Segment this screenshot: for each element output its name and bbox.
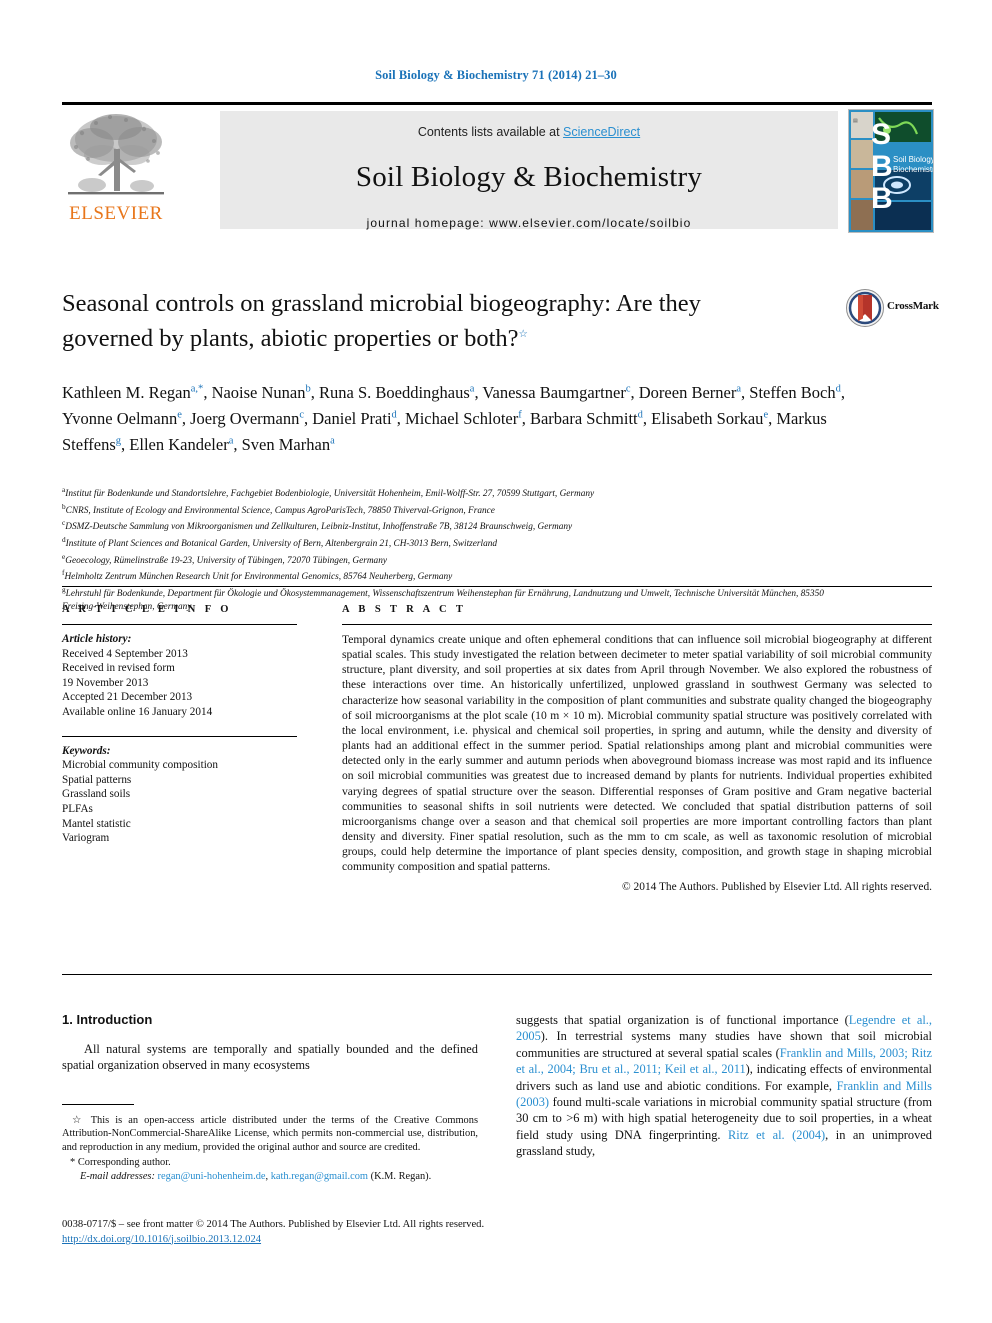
elsevier-tree-icon <box>68 114 164 195</box>
abstract-text: Temporal dynamics create unique and ofte… <box>342 633 932 874</box>
footnote-block: ☆ This is an open-access article distrib… <box>62 1114 478 1183</box>
history-item: Received 4 September 2013 <box>62 647 188 660</box>
svg-text:B: B <box>871 182 893 215</box>
affiliation-text: Geoecology, Rümelinstraße 19-23, Univers… <box>65 555 387 566</box>
journal-title: Soil Biology & Biochemistry <box>355 161 703 193</box>
email-suffix: (K.M. Regan). <box>370 1170 432 1182</box>
keyword-item: PLFAs <box>62 802 93 815</box>
paper-page: Soil Biology & Biochemistry 71 (2014) 21… <box>0 0 992 1323</box>
introduction-paragraph-left: All natural systems are temporally and s… <box>62 1042 478 1073</box>
keyword-item: Spatial patterns <box>62 773 132 786</box>
authors-text: Kathleen M. Regana,*, Naoise Nunanb, Run… <box>62 382 845 454</box>
keywords-label: Keywords: <box>62 744 111 757</box>
body-column-left: 1. Introduction All natural systems are … <box>62 1012 478 1074</box>
affiliation-text: DSMZ-Deutsche Sammlung von Mikroorganism… <box>65 522 573 533</box>
body-column-right: suggests that spatial organization is of… <box>516 1012 932 1160</box>
issn-copyright-line: 0038-0717/$ – see front matter © 2014 Th… <box>62 1219 485 1230</box>
footnote-divider <box>62 1104 134 1105</box>
history-item: 19 November 2013 <box>62 676 149 689</box>
title-line-2: governed by plants, abiotic properties o… <box>62 325 519 353</box>
open-access-marker: ☆ <box>72 1115 85 1126</box>
contents-line: Contents lists available at ScienceDirec… <box>220 111 838 139</box>
keyword-item: Grassland soils <box>62 788 131 801</box>
abstract-copyright: © 2014 The Authors. Published by Elsevie… <box>622 880 932 893</box>
elsevier-wordmark: ELSEVIER <box>69 203 163 224</box>
page-title: Seasonal controls on grassland microbial… <box>62 288 822 354</box>
corresponding-author-footnote: * Corresponding author. <box>62 1156 478 1169</box>
keywords-rule <box>62 735 297 737</box>
affiliation-text: Helmholtz Zentrum München Research Unit … <box>64 572 453 583</box>
journal-homepage[interactable]: journal homepage: www.elsevier.com/locat… <box>220 216 838 230</box>
article-info-panel: A R T I C L E I N F O Article history: R… <box>62 604 297 846</box>
crossmark-icon <box>846 289 884 327</box>
svg-text:Biochemistry: Biochemistry <box>893 165 933 174</box>
email-label: E-mail addresses: <box>80 1170 155 1182</box>
title-footnote-marker[interactable]: ☆ <box>519 329 528 340</box>
keyword-item: Mantel statistic <box>62 817 131 830</box>
open-access-footnote: ☆ This is an open-access article distrib… <box>62 1114 478 1154</box>
corresponding-marker: * <box>70 1157 76 1169</box>
keyword-item: Variogram <box>62 832 110 845</box>
affiliation-list: aInstitut für Bodenkunde und Standortsle… <box>62 484 852 613</box>
cover-art-icon: ▤ S B B Soil Biology & Biochemistry <box>849 110 933 232</box>
title-line-1: Seasonal controls on grassland microbial… <box>62 290 701 317</box>
svg-text:S: S <box>871 118 891 151</box>
article-history: Article history: Received 4 September 20… <box>62 632 297 720</box>
history-item: Available online 16 January 2014 <box>62 705 213 718</box>
corresponding-text: Corresponding author. <box>77 1157 171 1169</box>
svg-text:Soil Biology &: Soil Biology & <box>893 155 933 164</box>
colophon: 0038-0717/$ – see front matter © 2014 Th… <box>62 1218 762 1247</box>
history-item: Accepted 21 December 2013 <box>62 691 193 704</box>
abstract-panel: A B S T R A C T Temporal dynamics create… <box>342 604 932 893</box>
email-link-primary[interactable]: regan@uni-hohenheim.de <box>158 1171 266 1182</box>
email-footnote: E-mail addresses: regan@uni-hohenheim.de… <box>62 1170 478 1183</box>
doi-link[interactable]: http://dx.doi.org/10.1016/j.soilbio.2013… <box>62 1234 261 1245</box>
section-divider-bottom <box>62 974 932 975</box>
email-link-secondary[interactable]: kath.regan@gmail.com <box>271 1171 368 1182</box>
journal-banner: Contents lists available at ScienceDirec… <box>220 111 838 230</box>
svg-text:B: B <box>871 150 893 183</box>
affiliation-item: bCNRS, Institute of Ecology and Environm… <box>62 501 852 518</box>
affiliation-item: fHelmholtz Zentrum München Research Unit… <box>62 567 852 584</box>
affiliation-text: Institut für Bodenkunde und Standortsleh… <box>65 489 595 500</box>
affiliation-item: dInstitute of Plant Sciences and Botanic… <box>62 534 852 551</box>
article-info-rule <box>62 624 297 625</box>
running-head: Soil Biology & Biochemistry 71 (2014) 21… <box>375 68 617 82</box>
section-divider-top <box>62 586 932 587</box>
crossmark-label: CrossMark <box>887 300 939 312</box>
crossmark-badge[interactable]: CrossMark <box>845 288 941 328</box>
article-history-label: Article history: <box>62 633 132 645</box>
introduction-paragraph-right: suggests that spatial organization is of… <box>516 1013 932 1159</box>
affiliation-item: aInstitut für Bodenkunde und Standortsle… <box>62 484 852 501</box>
history-item: Received in revised form <box>62 662 175 675</box>
journal-masthead: ELSEVIER Contents lists available at Sci… <box>62 102 934 235</box>
contents-prefix: Contents lists available at <box>417 125 564 139</box>
open-access-text: This is an open-access article distribut… <box>62 1115 478 1153</box>
journal-cover-thumbnail: ▤ S B B Soil Biology & Biochemistry <box>848 109 934 233</box>
article-info-heading: A R T I C L E I N F O <box>62 604 232 615</box>
affiliation-item: eGeoecology, Rümelinstraße 19-23, Univer… <box>62 551 852 568</box>
affiliation-text: Institute of Plant Sciences and Botanica… <box>65 539 498 550</box>
affiliation-item: cDSMZ-Deutsche Sammlung von Mikroorganis… <box>62 517 852 534</box>
svg-text:▤: ▤ <box>853 118 858 124</box>
elsevier-logo: ELSEVIER <box>62 109 170 233</box>
keyword-item: Microbial community composition <box>62 759 218 772</box>
sciencedirect-link[interactable]: ScienceDirect <box>563 125 640 139</box>
affiliation-text: CNRS, Institute of Ecology and Environme… <box>65 505 495 516</box>
abstract-heading: A B S T R A C T <box>342 604 467 615</box>
author-list: Kathleen M. Regana,*, Naoise Nunanb, Run… <box>62 378 862 456</box>
abstract-rule <box>342 624 932 625</box>
keywords-block: Keywords: Microbial community compositio… <box>62 744 297 846</box>
introduction-heading: 1. Introduction <box>62 1012 153 1027</box>
